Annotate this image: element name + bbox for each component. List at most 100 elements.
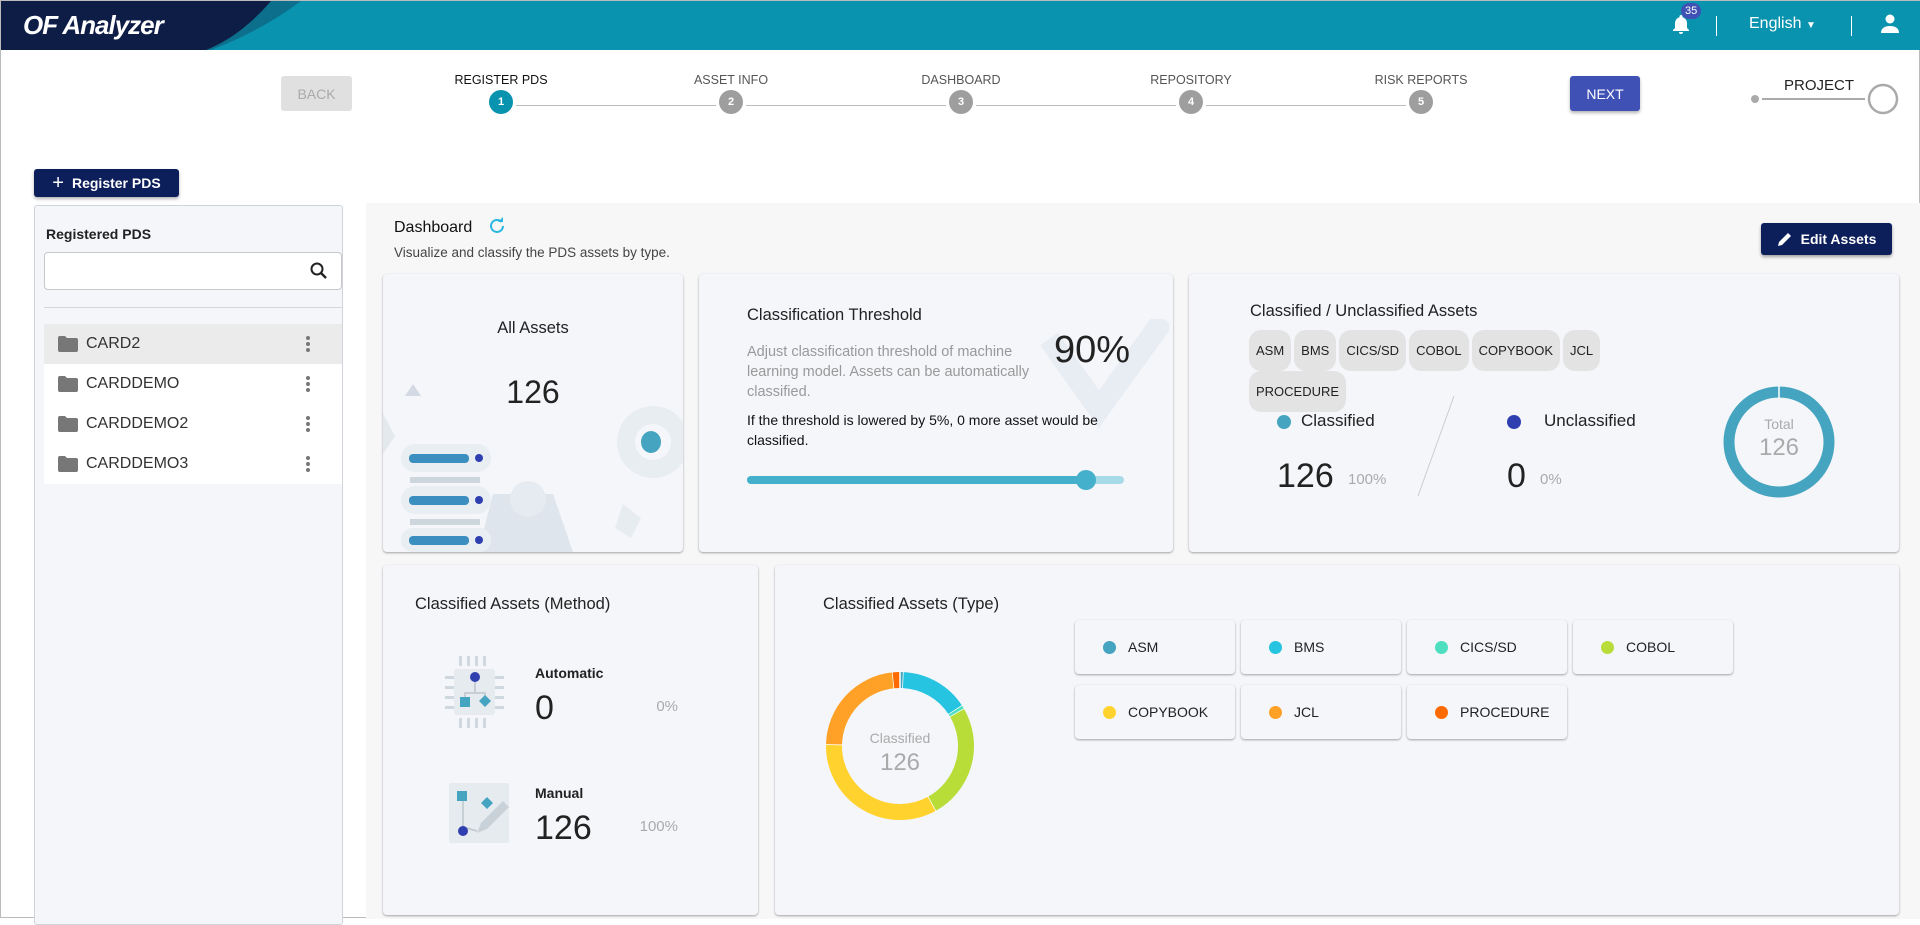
step-risk-reports[interactable]: 5 <box>1409 90 1433 114</box>
item-label: CARD2 <box>86 335 140 353</box>
item-label: CARDDEMO3 <box>86 455 188 473</box>
next-button[interactable]: NEXT <box>1570 76 1640 111</box>
classified-method-card: Classified Assets (Method) Automatic 0 0… <box>383 565 758 915</box>
classified-unclassified-title: Classified / Unclassified Assets <box>1250 302 1477 321</box>
classified-unclassified-card: Classified / Unclassified Assets ASMBMS C… <box>1189 274 1899 552</box>
language-label: English <box>1749 15 1801 32</box>
automatic-chip-icon <box>445 656 505 728</box>
app-logo: OF Analyzer <box>23 10 163 41</box>
unclassified-dot <box>1507 415 1521 429</box>
method-title: Classified Assets (Method) <box>415 595 610 614</box>
page-subtitle: Visualize and classify the PDS assets by… <box>394 245 670 260</box>
plus-icon: + <box>52 172 64 195</box>
legend-dot <box>1269 706 1282 719</box>
all-assets-value: 126 <box>383 374 683 411</box>
threshold-description: Adjust classification threshold of machi… <box>747 342 1037 402</box>
threshold-value: 90% <box>1054 329 1130 372</box>
classified-percent: 100% <box>1348 471 1386 488</box>
step-asset-info[interactable]: 2 <box>719 90 743 114</box>
step-register-pds-label[interactable]: REGISTER PDS <box>454 73 547 87</box>
search-field[interactable] <box>44 252 342 290</box>
legend-label: COPYBOOK <box>1128 704 1208 720</box>
separator-line <box>1414 394 1459 499</box>
automatic-percent: 0% <box>653 698 678 715</box>
step-connector <box>746 105 946 106</box>
legend-dot <box>1269 641 1282 654</box>
list-item[interactable]: CARD2 <box>44 324 342 364</box>
divider <box>1851 16 1852 36</box>
list-item[interactable]: CARDDEMO2 <box>44 404 342 444</box>
manual-percent: 100% <box>633 818 678 835</box>
donut-slice-bms <box>903 680 955 710</box>
legend-item-bms[interactable]: BMS <box>1241 620 1401 674</box>
step-dashboard-label[interactable]: DASHBOARD <box>921 73 1000 87</box>
step-repository[interactable]: 4 <box>1179 90 1203 114</box>
step-connector <box>516 105 716 106</box>
more-options-icon[interactable] <box>306 415 310 433</box>
tag: BMS <box>1294 330 1336 371</box>
tag: ASM <box>1249 330 1291 371</box>
more-options-icon[interactable] <box>306 335 310 353</box>
unclassified-value: 0 <box>1507 457 1526 496</box>
legend-dot <box>1103 706 1116 719</box>
step-repository-label[interactable]: REPOSITORY <box>1150 73 1232 87</box>
folder-icon <box>58 456 78 472</box>
threshold-slider[interactable] <box>747 476 1124 484</box>
legend-item-cicssd[interactable]: CICS/SD <box>1407 620 1567 674</box>
list-item[interactable]: CARDDEMO <box>44 364 342 404</box>
classified-label: Classified <box>1301 411 1375 431</box>
step-asset-info-label[interactable]: ASSET INFO <box>694 73 768 87</box>
pencil-icon <box>1777 231 1793 247</box>
tag: COPYBOOK <box>1472 330 1560 371</box>
legend-dot <box>1435 706 1448 719</box>
language-selector[interactable]: English ▼ <box>1749 15 1816 33</box>
legend-item-jcl[interactable]: JCL <box>1241 685 1401 739</box>
more-options-icon[interactable] <box>306 375 310 393</box>
search-input[interactable] <box>53 253 303 287</box>
all-assets-title: All Assets <box>383 319 683 338</box>
tag: PROCEDURE <box>1249 371 1346 412</box>
folder-icon <box>58 376 78 392</box>
classification-threshold-card: Classification Threshold Adjust classifi… <box>699 274 1173 552</box>
folder-icon <box>58 336 78 352</box>
user-icon[interactable] <box>1881 14 1899 34</box>
refresh-icon[interactable] <box>488 217 506 235</box>
step-dashboard[interactable]: 3 <box>949 90 973 114</box>
pds-list: CARD2 CARDDEMO CARDDEMO2 CARDDEMO3 <box>44 324 342 484</box>
legend-label: COBOL <box>1626 639 1675 655</box>
legend-item-asm[interactable]: ASM <box>1075 620 1235 674</box>
step-connector <box>1206 105 1406 106</box>
divider <box>44 307 342 308</box>
caret-down-icon: ▼ <box>1806 20 1816 31</box>
type-legend: ASMBMSCICS/SD COBOL COPYBOOK JCL PROCEDURE <box>1075 620 1745 739</box>
legend-label: JCL <box>1294 704 1319 720</box>
all-assets-card: All Assets 126 <box>383 274 683 552</box>
threshold-title: Classification Threshold <box>747 306 922 325</box>
slider-thumb[interactable] <box>1076 470 1096 490</box>
back-button[interactable]: BACK <box>281 76 352 111</box>
unclassified-percent: 0% <box>1540 471 1562 488</box>
manual-label: Manual <box>535 785 583 801</box>
folder-icon <box>58 416 78 432</box>
classified-dot <box>1277 415 1291 429</box>
tag: JCL <box>1563 330 1600 371</box>
legend-dot <box>1103 641 1116 654</box>
type-donut-chart <box>817 663 983 829</box>
more-options-icon[interactable] <box>306 455 310 473</box>
classified-type-card: Classified Assets (Type) Classified 126 … <box>775 565 1899 915</box>
step-register-pds[interactable]: 1 <box>489 90 513 114</box>
register-pds-label: Register PDS <box>72 175 161 191</box>
divider <box>1716 16 1717 36</box>
register-pds-button[interactable]: + Register PDS <box>34 169 179 197</box>
search-icon[interactable] <box>309 261 329 281</box>
dashboard-area: Dashboard Visualize and classify the PDS… <box>366 203 1920 919</box>
notification-badge: 35 <box>1681 3 1701 19</box>
legend-item-copybook[interactable]: COPYBOOK <box>1075 685 1235 739</box>
legend-dot <box>1435 641 1448 654</box>
edit-assets-button[interactable]: Edit Assets <box>1761 223 1892 255</box>
legend-item-procedure[interactable]: PROCEDURE <box>1407 685 1567 739</box>
legend-item-cobol[interactable]: COBOL <box>1573 620 1733 674</box>
item-label: CARDDEMO2 <box>86 415 188 433</box>
list-item[interactable]: CARDDEMO3 <box>44 444 342 484</box>
step-risk-reports-label[interactable]: RISK REPORTS <box>1375 73 1468 87</box>
